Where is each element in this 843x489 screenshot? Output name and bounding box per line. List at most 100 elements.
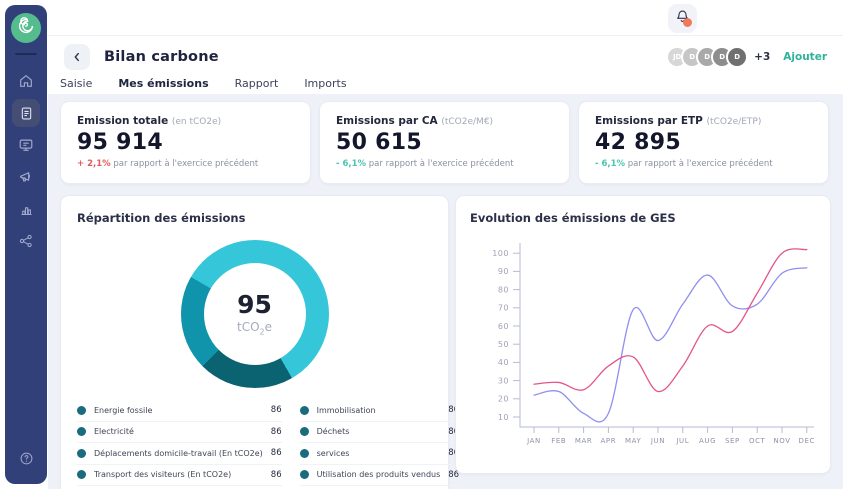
kpi-delta: - 6,1% [595, 159, 625, 169]
legend-row[interactable]: Immobilisation86 [300, 400, 459, 422]
notifications-button[interactable] [668, 4, 697, 33]
svg-text:FEB: FEB [551, 437, 566, 445]
help-button[interactable] [12, 444, 40, 472]
svg-text:SEP: SEP [725, 437, 740, 445]
avatar-group: JDDDDD +3 Ajouter [666, 46, 827, 68]
svg-text:JUN: JUN [650, 437, 665, 445]
legend-row[interactable]: Utilisation des produits vendus86 [300, 465, 459, 487]
avatar-stack[interactable]: JDDDDD [666, 46, 748, 68]
sidebar [5, 5, 47, 484]
app-logo[interactable] [11, 13, 41, 43]
svg-text:JUL: JUL [675, 437, 689, 445]
svg-text:60: 60 [498, 322, 509, 331]
chevron-left-icon [71, 48, 83, 67]
svg-text:40: 40 [498, 358, 509, 367]
kpi-delta: - 6,1% [336, 159, 366, 169]
megaphone-icon [18, 169, 34, 185]
legend-dot-icon [77, 449, 86, 458]
svg-text:90: 90 [498, 267, 509, 276]
legend-dot-icon [300, 470, 309, 479]
svg-text:MAR: MAR [575, 437, 593, 445]
legend-value: 86 [271, 448, 282, 458]
svg-text:NOV: NOV [773, 437, 790, 445]
kpi-card-emissions-par-etp: Emissions par ETP (tCO2e/ETP) 42 895 - 6… [578, 101, 829, 184]
page-header: Bilan carbone JDDDDD +3 Ajouter Saisie M… [48, 36, 843, 93]
question-mark-icon [19, 451, 34, 466]
kpi-unit: (en tCO2e) [172, 117, 221, 127]
legend-row[interactable]: Electricité 86 [77, 422, 282, 444]
line-chart-title: Evolution des émissions de GES [470, 211, 816, 225]
svg-text:20: 20 [498, 395, 509, 404]
donut-center-unit: tCO2e [237, 320, 272, 336]
legend-dot-icon [300, 449, 309, 458]
sidebar-item-communication[interactable] [12, 163, 40, 191]
kpi-unit: (tCO2e/M€) [441, 117, 493, 127]
kpi-delta-suffix: par rapport à l'exercice précédent [628, 159, 773, 169]
line-chart[interactable]: 102030405060708090100JANFEBMARAPRMAYJUNJ… [470, 229, 818, 449]
legend-label: services [317, 449, 441, 458]
kpi-value: 42 895 [595, 130, 812, 155]
sidebar-item-organisation[interactable] [12, 227, 40, 255]
kpi-title: Emission totale [77, 115, 168, 127]
legend-row[interactable]: Déplacements domicile-travail (En tCO2e)… [77, 443, 282, 465]
legend-dot-icon [300, 406, 309, 415]
legend-value: 86 [271, 405, 282, 415]
notification-dot [683, 18, 692, 27]
svg-text:100: 100 [492, 249, 509, 258]
main-area: Bilan carbone JDDDDD +3 Ajouter Saisie M… [48, 0, 843, 489]
svg-text:MAY: MAY [625, 437, 641, 445]
legend-row[interactable]: Energie fossile 86 [77, 400, 282, 422]
kpi-card-emission-totale: Emission totale (en tCO2e) 95 914 + 2,1%… [60, 101, 311, 184]
back-button[interactable] [64, 44, 90, 70]
legend-row[interactable]: services86 [300, 443, 459, 465]
kpi-title: Emissions par ETP [595, 115, 703, 127]
kpi-delta: + 2,1% [77, 159, 111, 169]
bar-chart-icon [19, 202, 34, 217]
evolution-card: Evolution des émissions de GES 102030405… [455, 195, 831, 474]
sidebar-item-bilan[interactable] [12, 99, 40, 127]
donut-chart[interactable]: 95 tCO2e [181, 240, 329, 388]
sidebar-item-home[interactable] [12, 67, 40, 95]
add-member-button[interactable]: Ajouter [783, 51, 827, 63]
legend-label: Déplacements domicile-travail (En tCO2e) [94, 449, 263, 458]
repartition-card: Répartition des émissions 95 tCO2e Energ… [60, 195, 449, 489]
document-icon [19, 106, 34, 121]
monitor-icon [18, 137, 34, 153]
legend-label: Transport des visiteurs (En tCO2e) [94, 470, 263, 479]
donut-chart-title: Répartition des émissions [77, 211, 432, 225]
kpi-card-emissions-par-ca: Emissions par CA (tCO2e/M€) 50 615 - 6,1… [319, 101, 570, 184]
donut-center-value: 95 [237, 292, 272, 318]
svg-text:DEC: DEC [799, 437, 816, 445]
legend-label: Energie fossile [94, 406, 263, 415]
kpi-unit: (tCO2e/ETP) [707, 117, 762, 127]
sidebar-divider [15, 53, 37, 55]
legend-row[interactable]: Transport des visiteurs (En tCO2e) 86 [77, 465, 282, 487]
legend-value: 86 [271, 427, 282, 437]
kpi-delta-suffix: par rapport à l'exercice précédent [369, 159, 514, 169]
svg-text:30: 30 [498, 376, 509, 385]
svg-text:AUG: AUG [699, 437, 716, 445]
legend-row[interactable]: Déchets86 [300, 422, 459, 444]
avatar[interactable]: D [726, 46, 748, 68]
content-area: Emission totale (en tCO2e) 95 914 + 2,1%… [48, 94, 843, 489]
legend-dot-icon [77, 470, 86, 479]
app-root: Bilan carbone JDDDDD +3 Ajouter Saisie M… [0, 0, 843, 489]
avatar-more-count: +3 [754, 51, 770, 63]
legend-label: Electricité [94, 427, 263, 436]
sidebar-item-formation[interactable] [12, 131, 40, 159]
donut-legend: Energie fossile86Immobilisation86Electri… [77, 400, 432, 489]
kpi-delta-suffix: par rapport à l'exercice précédent [113, 159, 258, 169]
sidebar-item-statistiques[interactable] [12, 195, 40, 223]
svg-text:50: 50 [498, 340, 509, 349]
legend-dot-icon [77, 427, 86, 436]
svg-text:80: 80 [498, 285, 509, 294]
legend-dot-icon [77, 406, 86, 415]
kpi-title: Emissions par CA [336, 115, 438, 127]
legend-label: Immobilisation [317, 406, 441, 415]
kpi-value: 50 615 [336, 130, 553, 155]
legend-dot-icon [300, 427, 309, 436]
legend-value: 86 [271, 470, 282, 480]
svg-text:70: 70 [498, 304, 509, 313]
network-icon [18, 233, 34, 249]
legend-label: Déchets [317, 427, 441, 436]
